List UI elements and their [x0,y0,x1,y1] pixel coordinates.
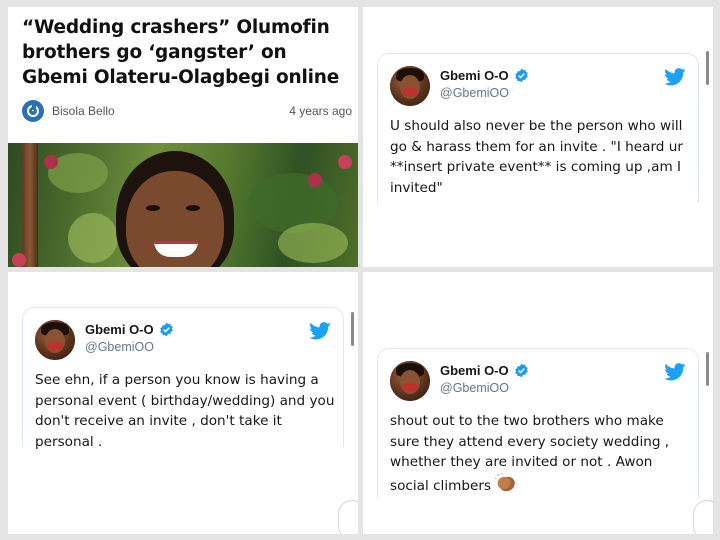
tweet-panel-1: Gbemi O-O @GbemiOO U should also never b… [363,7,713,267]
user-handle[interactable]: @GbemiOO [440,381,509,395]
publish-time: 4 years ago [289,104,352,118]
article-photo [8,143,358,267]
display-name[interactable]: Gbemi O-O [440,68,509,83]
card-edge [338,500,358,534]
scrollbar[interactable] [351,312,354,346]
tweet-text: See ehn, if a person you know is having … [35,372,335,450]
scrollbar[interactable] [706,51,709,85]
twitter-bird-icon[interactable] [309,322,331,340]
display-name[interactable]: Gbemi O-O [85,322,154,337]
author-avatar-icon[interactable] [22,100,44,122]
tweet-text-body: shout out to the two brothers who make s… [390,413,670,494]
scrollbar[interactable] [706,352,709,386]
user-handle[interactable]: @GbemiOO [440,86,509,100]
tweet-text: U should also never be the person who wi… [390,118,683,196]
tweet-panel-3: Gbemi O-O @GbemiOO shout out to the two … [363,272,713,534]
tweet-card[interactable]: Gbemi O-O @GbemiOO See ehn, if a person … [22,307,344,450]
author-row: Bisola Bello 4 years ago [22,100,352,124]
user-handle[interactable]: @GbemiOO [85,340,154,354]
tweet-text: shout out to the two brothers who make s… [390,411,690,496]
clapping-hands-icon [495,472,515,491]
twitter-bird-icon[interactable] [664,68,686,86]
verified-badge-icon [160,322,173,337]
tweet-card[interactable]: Gbemi O-O @GbemiOO shout out to the two … [377,348,699,498]
tweet-panel-2: Gbemi O-O @GbemiOO See ehn, if a person … [8,272,358,534]
twitter-bird-icon[interactable] [664,363,686,381]
verified-badge-icon [515,363,528,378]
avatar[interactable] [35,320,75,360]
avatar[interactable] [390,361,430,401]
article-panel: “Wedding crashers” Olumofin brothers go … [8,7,358,267]
card-edge [693,500,713,534]
verified-badge-icon [515,68,528,83]
article-headline[interactable]: “Wedding crashers” Olumofin brothers go … [22,15,352,90]
tweet-card[interactable]: Gbemi O-O @GbemiOO U should also never b… [377,53,699,203]
avatar[interactable] [390,66,430,106]
author-name[interactable]: Bisola Bello [52,104,115,118]
display-name[interactable]: Gbemi O-O [440,363,509,378]
